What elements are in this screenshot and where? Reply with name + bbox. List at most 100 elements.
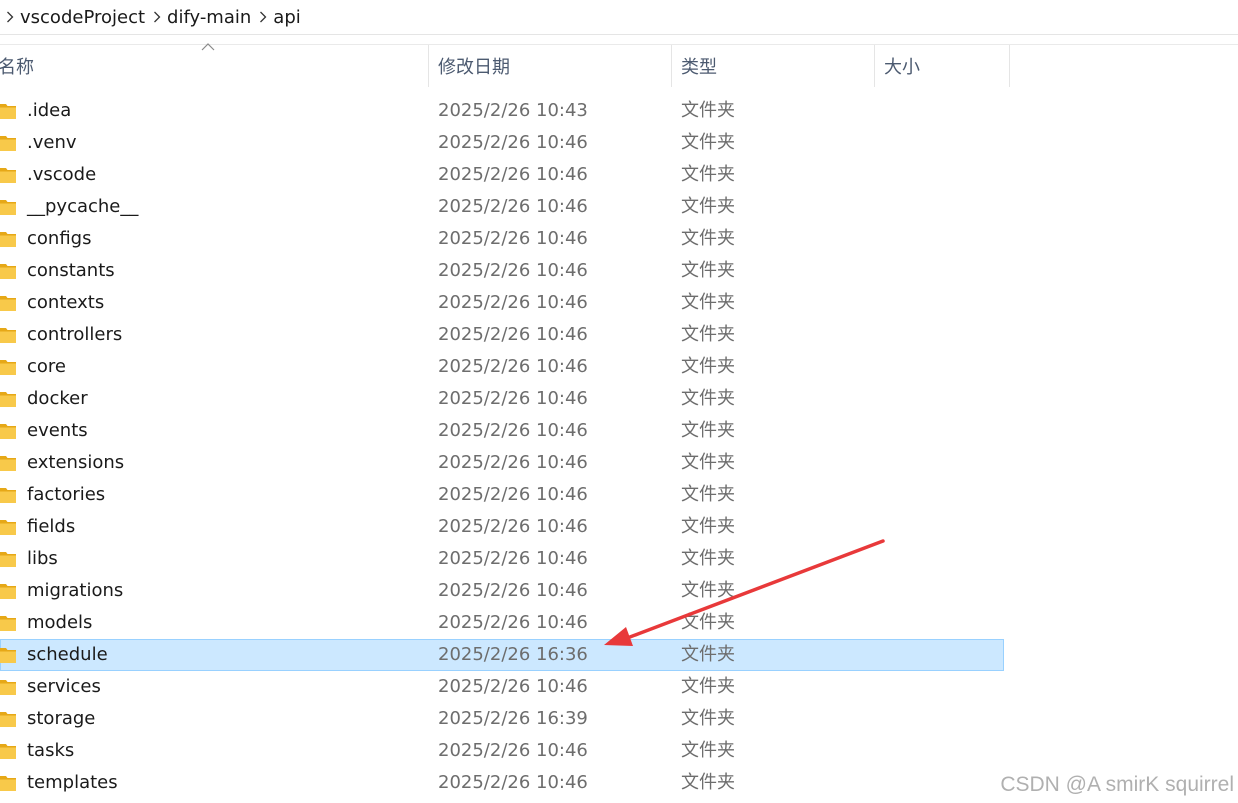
column-resize-handle[interactable] [874, 45, 875, 87]
file-row[interactable]: __pycache__ 2025/2/26 10:46 文件夹 [0, 191, 1004, 223]
folder-icon [0, 710, 16, 728]
file-name: docker [27, 388, 88, 409]
file-name: models [27, 612, 93, 633]
folder-icon [0, 166, 16, 184]
file-type: 文件夹 [681, 388, 735, 409]
file-modified-date: 2025/2/26 10:46 [438, 388, 588, 409]
column-name-header[interactable]: 名称 [0, 45, 426, 87]
file-row[interactable]: .venv 2025/2/26 10:46 文件夹 [0, 127, 1004, 159]
folder-icon [0, 582, 16, 600]
file-type: 文件夹 [681, 452, 735, 473]
file-row[interactable]: extensions 2025/2/26 10:46 文件夹 [0, 447, 1004, 479]
file-type: 文件夹 [681, 292, 735, 313]
file-modified-date: 2025/2/26 10:43 [438, 100, 588, 121]
breadcrumb-item-api[interactable]: api [273, 7, 302, 28]
file-modified-date: 2025/2/26 10:46 [438, 452, 588, 473]
file-name: .idea [27, 100, 72, 121]
file-name: __pycache__ [27, 196, 139, 217]
file-row[interactable]: storage 2025/2/26 16:39 文件夹 [0, 703, 1004, 735]
file-name: events [27, 420, 88, 441]
file-row[interactable]: schedule 2025/2/26 16:36 文件夹 [0, 639, 1004, 671]
file-type: 文件夹 [681, 708, 735, 729]
file-type: 文件夹 [681, 228, 735, 249]
chevron-right-icon[interactable] [253, 0, 273, 34]
file-modified-date: 2025/2/26 16:36 [438, 644, 588, 665]
folder-icon [0, 774, 16, 792]
file-name: controllers [27, 324, 123, 345]
file-row[interactable]: factories 2025/2/26 10:46 文件夹 [0, 479, 1004, 511]
folder-icon [0, 742, 16, 760]
folder-icon [0, 294, 16, 312]
file-type: 文件夹 [681, 676, 735, 697]
folder-icon [0, 198, 16, 216]
file-row[interactable]: migrations 2025/2/26 10:46 文件夹 [0, 575, 1004, 607]
folder-icon [0, 262, 16, 280]
file-name: templates [27, 772, 118, 793]
file-row[interactable]: constants 2025/2/26 10:46 文件夹 [0, 255, 1004, 287]
column-size-header[interactable]: 大小 [884, 45, 1008, 87]
folder-icon [0, 678, 16, 696]
file-modified-date: 2025/2/26 10:46 [438, 580, 588, 601]
file-name: constants [27, 260, 115, 281]
file-modified-date: 2025/2/26 10:46 [438, 772, 588, 793]
file-row[interactable]: controllers 2025/2/26 10:46 文件夹 [0, 319, 1004, 351]
chevron-right-icon[interactable] [147, 0, 167, 34]
folder-icon [0, 326, 16, 344]
file-type: 文件夹 [681, 612, 735, 633]
chevron-right-icon[interactable] [0, 0, 20, 34]
file-type: 文件夹 [681, 324, 735, 345]
file-type: 文件夹 [681, 164, 735, 185]
folder-icon [0, 550, 16, 568]
file-type: 文件夹 [681, 548, 735, 569]
folder-icon [0, 454, 16, 472]
file-modified-date: 2025/2/26 16:39 [438, 708, 588, 729]
file-modified-date: 2025/2/26 10:46 [438, 516, 588, 537]
file-type: 文件夹 [681, 356, 735, 377]
file-row[interactable]: .idea 2025/2/26 10:43 文件夹 [0, 95, 1004, 127]
file-name: factories [27, 484, 106, 505]
file-row[interactable]: libs 2025/2/26 10:46 文件夹 [0, 543, 1004, 575]
folder-icon [0, 646, 16, 664]
file-modified-date: 2025/2/26 10:46 [438, 356, 588, 377]
folder-icon [0, 358, 16, 376]
folder-icon [0, 518, 16, 536]
file-row[interactable]: docker 2025/2/26 10:46 文件夹 [0, 383, 1004, 415]
file-type: 文件夹 [681, 484, 735, 505]
file-modified-date: 2025/2/26 10:46 [438, 484, 588, 505]
file-row[interactable]: core 2025/2/26 10:46 文件夹 [0, 351, 1004, 383]
file-row[interactable]: configs 2025/2/26 10:46 文件夹 [0, 223, 1004, 255]
file-type: 文件夹 [681, 420, 735, 441]
file-type: 文件夹 [681, 132, 735, 153]
file-modified-date: 2025/2/26 10:46 [438, 740, 588, 761]
file-row[interactable]: templates 2025/2/26 10:46 文件夹 [0, 767, 1004, 799]
file-type: 文件夹 [681, 516, 735, 537]
file-modified-date: 2025/2/26 10:46 [438, 260, 588, 281]
breadcrumb-item-vscodeproject[interactable]: vscodeProject [20, 7, 147, 28]
file-row[interactable]: .vscode 2025/2/26 10:46 文件夹 [0, 159, 1004, 191]
file-name: .vscode [27, 164, 97, 185]
file-modified-date: 2025/2/26 10:46 [438, 196, 588, 217]
file-name: migrations [27, 580, 124, 601]
file-row[interactable]: fields 2025/2/26 10:46 文件夹 [0, 511, 1004, 543]
column-modified-header[interactable]: 修改日期 [438, 45, 670, 87]
file-name: schedule [27, 644, 108, 665]
watermark: CSDN @A smirK squirrel [1000, 773, 1234, 796]
file-name: contexts [27, 292, 105, 313]
file-row[interactable]: contexts 2025/2/26 10:46 文件夹 [0, 287, 1004, 319]
file-type: 文件夹 [681, 644, 735, 665]
file-modified-date: 2025/2/26 10:46 [438, 676, 588, 697]
column-resize-handle[interactable] [671, 45, 672, 87]
file-row[interactable]: events 2025/2/26 10:46 文件夹 [0, 415, 1004, 447]
breadcrumb: vscodeProject dify-main api [0, 0, 1238, 34]
column-resize-handle[interactable] [1009, 45, 1010, 87]
file-modified-date: 2025/2/26 10:46 [438, 164, 588, 185]
folder-icon [0, 614, 16, 632]
file-row[interactable]: tasks 2025/2/26 10:46 文件夹 [0, 735, 1004, 767]
file-row[interactable]: models 2025/2/26 10:46 文件夹 [0, 607, 1004, 639]
column-resize-handle[interactable] [428, 45, 429, 87]
folder-icon [0, 422, 16, 440]
file-name: core [27, 356, 66, 377]
file-row[interactable]: services 2025/2/26 10:46 文件夹 [0, 671, 1004, 703]
breadcrumb-item-dify-main[interactable]: dify-main [167, 7, 253, 28]
column-type-header[interactable]: 类型 [681, 45, 873, 87]
